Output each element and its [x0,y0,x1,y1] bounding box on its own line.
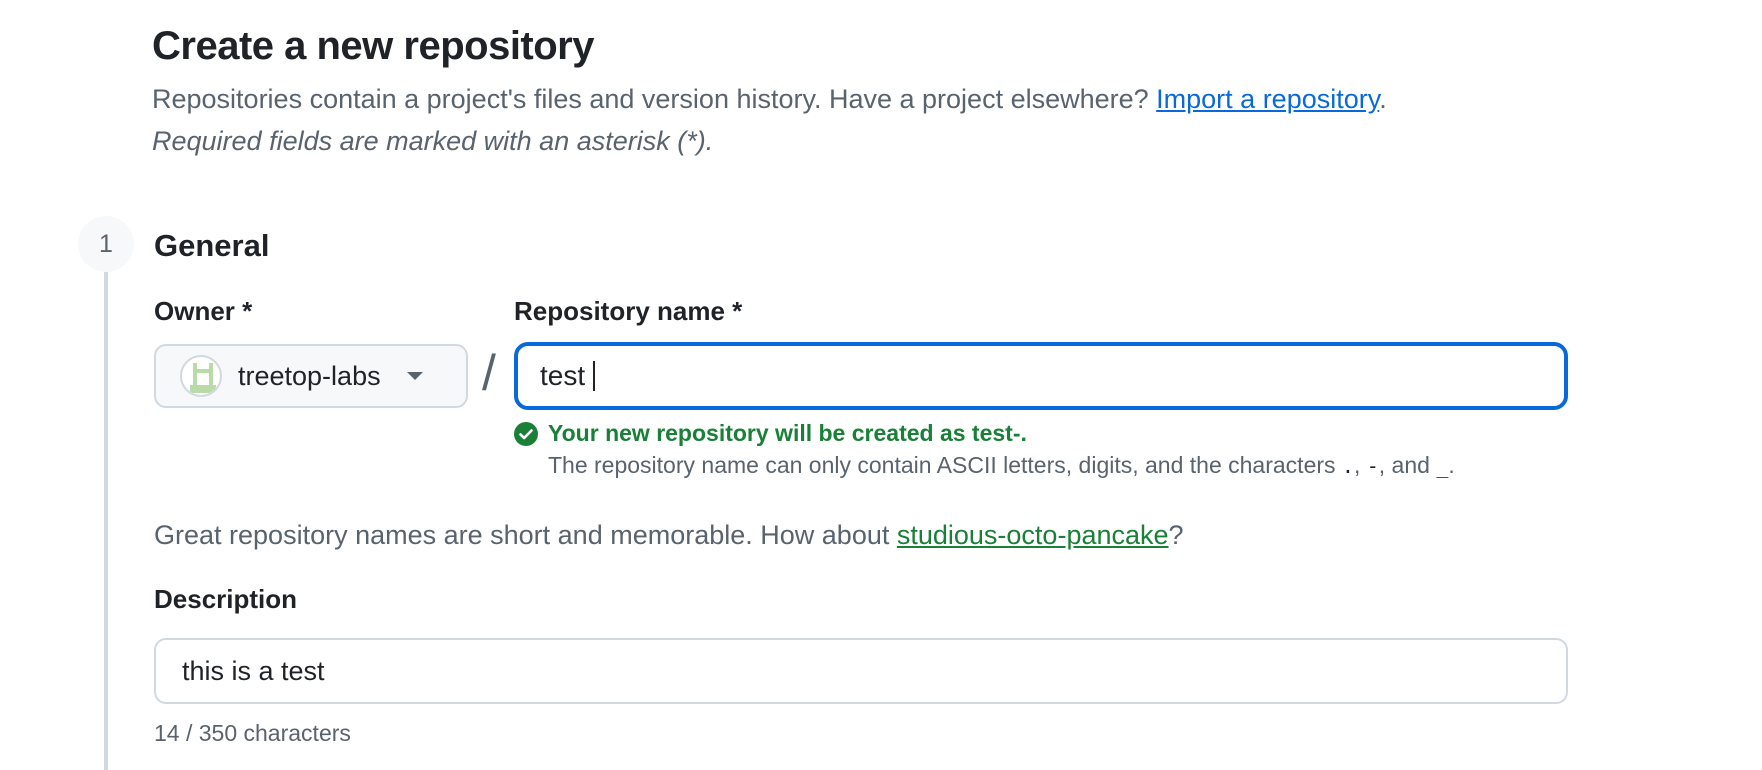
rule-sep-1: , [1353,452,1367,478]
suggested-name-link[interactable]: studious-octo-pancake [897,520,1169,550]
identicon-icon [190,363,216,393]
intro-description: Repositories contain a project's files a… [152,84,1157,114]
suggestion-prefix: Great repository names are short and mem… [154,520,897,550]
repository-name-value: test [540,360,586,391]
owner-label: Owner * [154,296,253,326]
create-repository-page: Create a new repository Repositories con… [0,0,1762,770]
description-input[interactable]: this is a test [154,638,1568,704]
intro-end: . [1379,84,1387,114]
repository-name-rule: The repository name can only contain ASC… [548,452,1455,479]
text-cursor [593,361,596,391]
char-dot: . [1341,454,1354,478]
char-dash: - [1366,454,1379,478]
validation-success-message: Your new repository will be created as t… [514,420,1027,447]
required-fields-note: Required fields are marked with an aster… [152,126,714,156]
repository-name-label: Repository name * [514,296,743,326]
check-circle-icon [514,421,538,446]
page-title: Create a new repository [152,24,595,68]
rule-sep-2: , and [1378,452,1437,478]
suggestion-suffix: ? [1168,520,1184,550]
owner-repo-separator: / [482,345,496,401]
repository-name-input[interactable]: test [514,342,1568,410]
intro-text: Repositories contain a project's files a… [152,84,1387,115]
char-underscore: _ [1436,454,1449,478]
owner-name: treetop-labs [238,360,381,391]
description-char-count: 14 / 350 characters [154,720,351,746]
owner-avatar [180,355,222,397]
timeline-line [104,272,108,770]
description-label: Description [154,584,298,614]
rule-end: . [1448,452,1455,478]
success-text: Your new repository will be created as t… [548,420,1027,446]
rule-prefix: The repository name can only contain ASC… [548,452,1342,478]
section-title-general: General [154,228,270,263]
description-value: this is a test [182,655,325,686]
caret-down-icon [406,372,423,380]
name-suggestion: Great repository names are short and mem… [154,520,1184,551]
owner-dropdown[interactable]: treetop-labs [154,344,468,408]
step-number-badge: 1 [78,216,134,272]
import-repository-link[interactable]: Import a repository [1156,84,1379,114]
